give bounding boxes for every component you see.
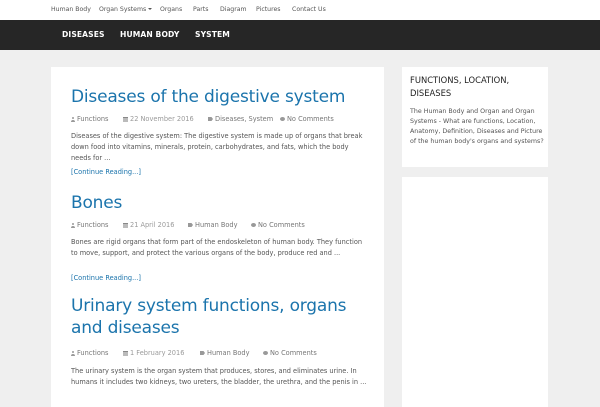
post-comments-label: No Comments [258,221,305,229]
post-date: 21 April 2016 [123,221,174,229]
top-nav-human-body[interactable]: Human Body [51,6,91,13]
top-nav-contact-us[interactable]: Contact Us [292,6,326,13]
post-author-label: Functions [77,221,109,229]
post-date: 22 November 2016 [123,115,194,123]
top-nav-parts[interactable]: Parts [193,6,208,13]
top-navigation: Human Body Organ Systems Organs Parts Di… [0,0,600,20]
post-comments-label: No Comments [270,349,317,357]
post-date-label: 22 November 2016 [130,115,194,123]
post-comments-label: No Comments [287,115,334,123]
widget-title: FUNCTIONS, LOCATION, DISEASES [410,75,510,98]
user-icon [71,223,75,228]
post-title-link[interactable]: Bones [71,192,371,214]
post-date-label: 21 April 2016 [130,221,175,229]
top-nav-organ-systems[interactable]: Organ Systems [99,6,153,13]
post-author-label: Functions [77,115,109,123]
post-author-label: Functions [77,349,109,357]
post-title-link[interactable]: Diseases of the digestive system [71,86,371,108]
post-categories-label: Human Body [207,349,250,357]
caret-down-icon [148,8,153,10]
calendar-icon [123,351,128,356]
post-item: Diseases of the digestive system Functio… [71,86,371,176]
post-author[interactable]: Functions [71,115,108,123]
post-comments[interactable]: No Comments [251,221,305,229]
top-nav-organs[interactable]: Organs [160,6,182,13]
post-author[interactable]: Functions [71,349,108,357]
tag-icon [208,117,213,121]
main-navigation: DISEASES HUMAN BODY SYSTEM [0,20,600,50]
top-nav-diagram[interactable]: Diagram [220,6,247,13]
post-list: Diseases of the digestive system Functio… [51,67,384,407]
calendar-icon [123,117,128,122]
user-icon [71,351,75,356]
post-date: 1 February 2016 [123,349,184,357]
post-categories[interactable]: Human Body [188,221,238,229]
main-nav-human-body[interactable]: HUMAN BODY [120,30,179,39]
post-comments[interactable]: No Comments [263,349,317,357]
post-title-link[interactable]: Urinary system functions, organs and dis… [71,295,361,339]
top-nav-pictures[interactable]: Pictures [256,6,281,13]
post-comments[interactable]: No Comments [280,115,334,123]
widget-text: The Human Body and Organ and Organ Syste… [410,108,544,145]
user-icon [71,117,75,122]
post-categories[interactable]: Diseases, System [208,115,273,123]
main-nav-diseases[interactable]: DISEASES [62,30,105,39]
post-excerpt: Diseases of the digestive system: The di… [71,132,363,162]
post-author[interactable]: Functions [71,221,108,229]
post-date-label: 1 February 2016 [130,349,185,357]
post-categories[interactable]: Human Body [200,349,250,357]
sidebar-widget-empty [402,177,548,407]
tag-icon [200,351,205,355]
main-nav-system[interactable]: SYSTEM [195,30,230,39]
post-item: Bones Functions 21 April 2016 Human Body… [71,192,371,282]
comment-icon [263,351,268,355]
top-nav-organ-systems-label: Organ Systems [99,6,147,13]
comment-icon [280,117,285,121]
post-item: Urinary system functions, organs and dis… [71,295,371,386]
post-categories-label: Human Body [195,221,238,229]
calendar-icon [123,223,128,228]
post-excerpt: Bones are rigid organs that form part of… [71,238,363,257]
post-categories-label: Diseases, System [215,115,274,123]
tag-icon [188,223,193,227]
sidebar-widget: FUNCTIONS, LOCATION, DISEASES The Human … [402,67,548,167]
post-excerpt: The urinary system is the organ system t… [71,367,367,386]
comment-icon [251,223,256,227]
continue-reading-link[interactable]: [Continue Reading...] [71,274,141,282]
continue-reading-link[interactable]: [Continue Reading...] [71,168,141,176]
